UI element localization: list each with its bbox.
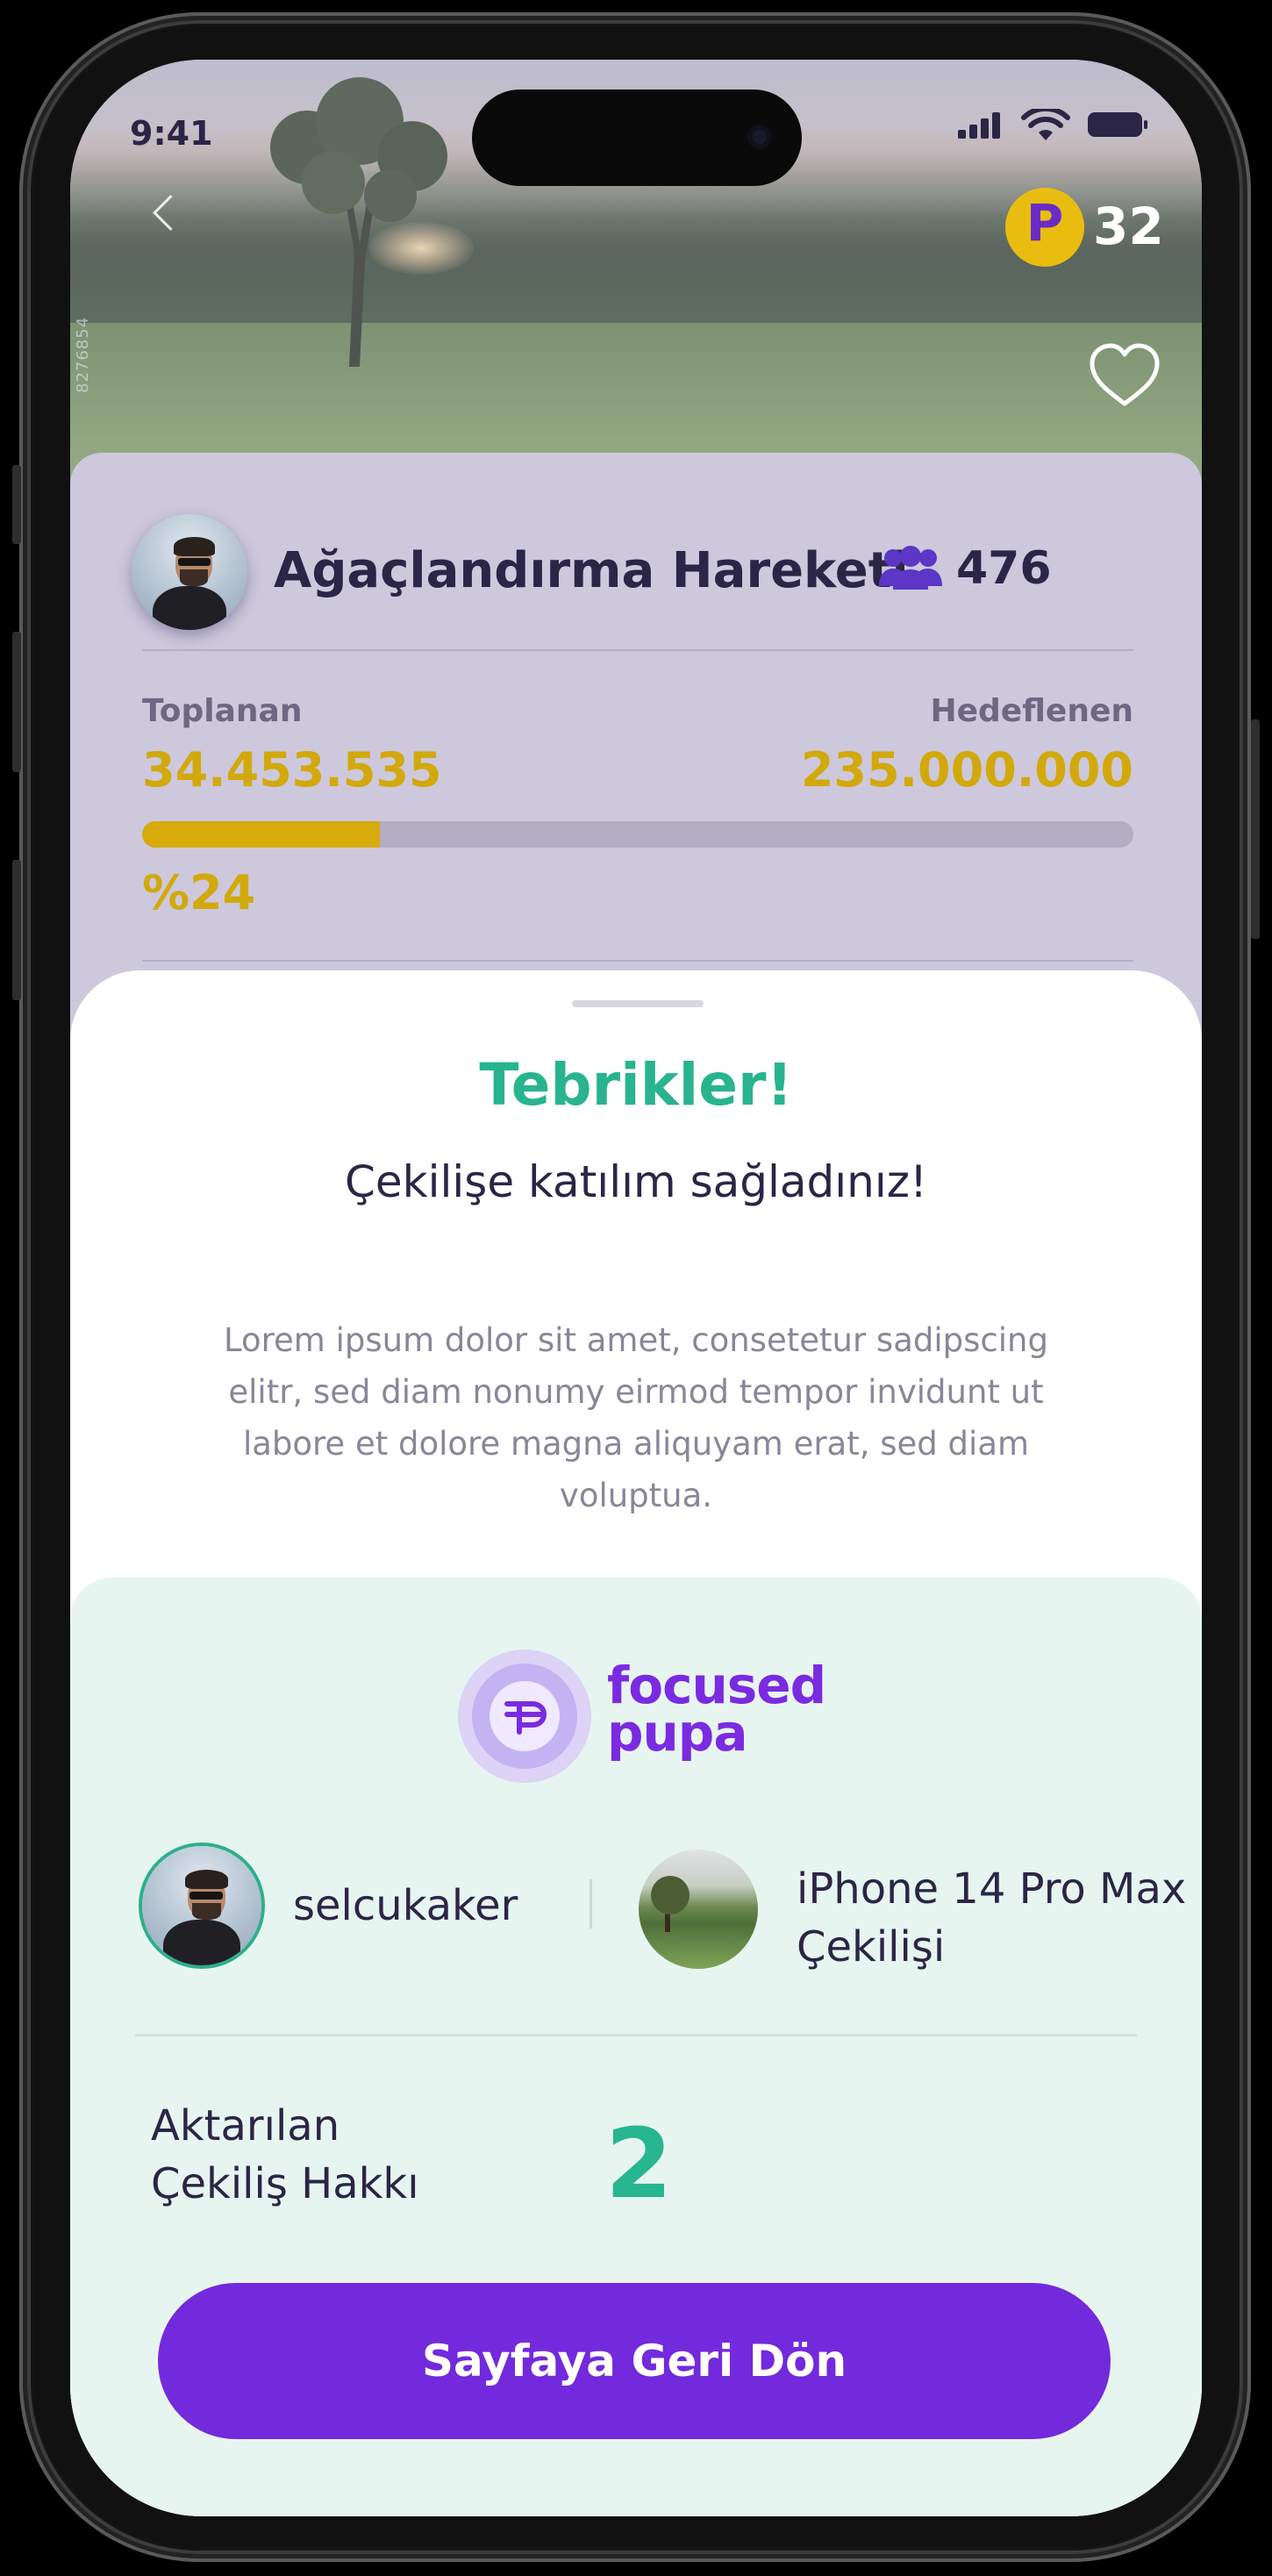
coin-letter: P	[1025, 193, 1064, 253]
collected-label: Toplanan	[142, 693, 303, 729]
focused-pupa-logo-icon	[504, 1701, 547, 1735]
prize-image	[639, 1850, 758, 1969]
campaign-title: Ağaçlandırma Hareketi	[274, 542, 909, 599]
organizer-avatar[interactable]	[132, 514, 247, 630]
brand-line-1: focused	[607, 1656, 826, 1715]
heart-icon[interactable]	[1088, 342, 1161, 409]
prize-name: iPhone 14 Pro Max Çekilişi	[797, 1860, 1186, 1976]
side-button	[12, 860, 21, 1000]
brand-line-2: pupa	[607, 1703, 747, 1763]
return-to-page-button[interactable]: Sayfaya Geri Dön	[158, 2283, 1111, 2439]
transfer-label-line-2: Çekiliş Hakkı	[151, 2159, 419, 2208]
battery-icon	[1088, 112, 1147, 137]
wifi-icon	[1021, 109, 1070, 140]
transfer-label: Aktarılan Çekiliş Hakkı	[151, 2097, 419, 2213]
prize-line-2: Çekilişi	[797, 1922, 946, 1971]
participant-count: 476	[956, 542, 1052, 595]
screen: 8276854 9:41 P 32 Ağaçlandırma Hareketi	[70, 60, 1202, 2516]
p-coin-icon: P	[1005, 188, 1084, 267]
collected-value: 34.453.535	[142, 742, 442, 798]
sheet-title: Tebrikler!	[479, 1051, 793, 1119]
side-button	[1251, 719, 1260, 939]
side-button	[12, 465, 21, 544]
progress-percent: %24	[142, 865, 256, 920]
sheet-subtitle: Çekilişe katılım sağladınız!	[344, 1156, 928, 1207]
target-label: Hedeflenen	[930, 693, 1133, 729]
transfer-label-line-1: Aktarılan	[151, 2101, 340, 2150]
brand-logo-text: focused pupa	[607, 1656, 826, 1763]
username: selcukaker	[293, 1881, 518, 1930]
status-bar: 9:41	[70, 60, 1202, 186]
summary-divider	[135, 2034, 1137, 2036]
card-divider-bottom	[142, 960, 1133, 962]
sheet-grabber[interactable]	[572, 1000, 704, 1007]
summary-separator	[590, 1879, 592, 1928]
dynamic-island	[472, 89, 802, 186]
camera-dot	[747, 125, 772, 149]
status-time: 9:41	[130, 114, 213, 153]
target-value: 235.000.000	[800, 742, 1133, 798]
prize-line-1: iPhone 14 Pro Max	[797, 1864, 1187, 1914]
coin-count: 32	[1093, 197, 1164, 256]
card-divider	[142, 649, 1133, 651]
progress-fill	[142, 821, 381, 848]
progress-bar	[142, 821, 1133, 848]
signal-icon	[958, 112, 1004, 139]
transfer-value: 2	[605, 2107, 673, 2220]
user-avatar	[142, 1846, 261, 1965]
people-icon	[879, 546, 942, 590]
sheet-body: Lorem ipsum dolor sit amet, consetetur s…	[224, 1321, 1048, 1514]
side-button	[12, 632, 21, 772]
